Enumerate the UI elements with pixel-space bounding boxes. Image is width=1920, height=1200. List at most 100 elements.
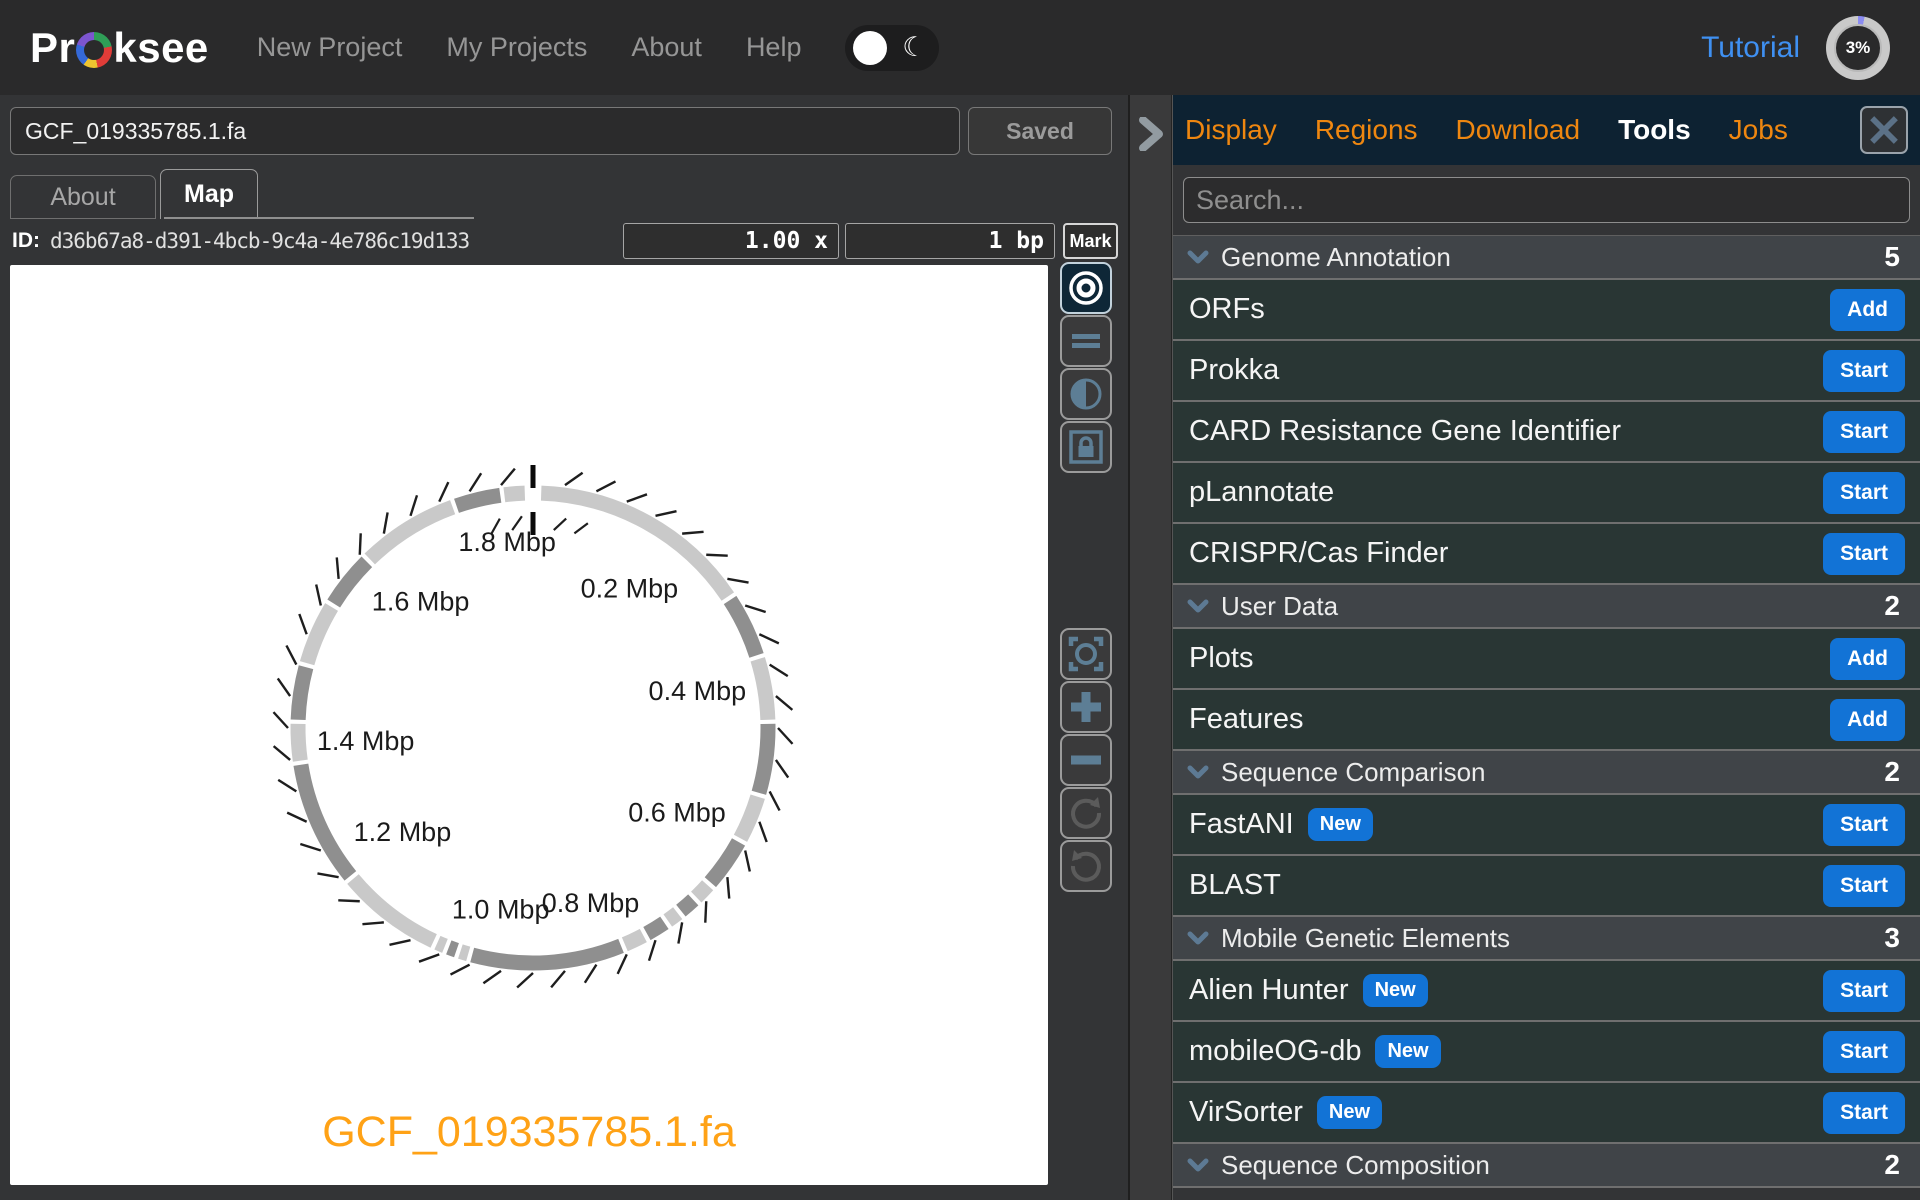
ruler-tick [277,778,297,793]
ruler-tick [655,510,677,517]
contig-segment[interactable] [290,723,308,762]
lock-button[interactable] [1060,421,1112,473]
add-button[interactable]: Add [1830,698,1905,741]
start-button[interactable]: Start [1823,969,1905,1012]
position-label: 0.6 Mbp [628,798,726,828]
contig-segment[interactable] [290,665,314,721]
contig-segment[interactable] [470,938,624,971]
start-button[interactable]: Start [1823,471,1905,514]
zoom-out-button[interactable] [1060,734,1112,786]
panel-tab-tools[interactable]: Tools [1618,114,1691,146]
close-panel-button[interactable] [1860,106,1908,154]
ruler-tick [500,467,516,486]
redo-button[interactable] [1060,787,1112,839]
panel-tab-download[interactable]: Download [1456,114,1581,146]
tool-row: FastANI New Start [1173,795,1920,856]
position-label: 1.6 Mbp [372,586,470,616]
contig-segment[interactable] [299,603,339,666]
start-button[interactable]: Start [1823,349,1905,392]
start-button[interactable]: Start [1823,1091,1905,1134]
tab-about[interactable]: About [10,175,156,219]
tools-search-input[interactable] [1183,177,1910,223]
add-button[interactable]: Add [1830,637,1905,680]
contig-segment[interactable] [751,723,776,795]
contig-segment[interactable] [503,485,526,503]
tool-row: Prokka Start [1173,341,1920,402]
contig-segment[interactable] [621,928,647,952]
contig-segment[interactable] [458,944,471,962]
section-title: User Data [1221,590,1339,621]
mark-button[interactable]: Mark [1063,223,1118,259]
ruler-tick [704,901,708,923]
contig-segment[interactable] [733,794,765,842]
tutorial-progress-ring[interactable]: 3% [1826,15,1890,80]
tab-map[interactable]: Map [160,169,258,219]
tab-baseline [164,217,474,219]
contig-segment[interactable] [454,487,502,513]
section-header[interactable]: Sequence Comparison 2 [1173,751,1920,795]
contig-segment[interactable] [690,880,714,903]
linear-view-button[interactable] [1060,315,1112,367]
nav-my-projects[interactable]: My Projects [446,32,587,63]
bp-position-field[interactable]: 1 bp [845,223,1055,259]
add-button[interactable]: Add [1830,288,1905,331]
ruler-tick [758,821,768,843]
tool-label: ORFs [1189,293,1265,325]
ruler-tick [315,584,322,606]
nav-about[interactable]: About [631,32,702,63]
tutorial-link[interactable]: Tutorial [1701,31,1800,65]
contig-segment[interactable] [446,940,459,958]
circular-view-button[interactable] [1060,262,1112,314]
contig-segment[interactable] [434,935,448,953]
start-button[interactable]: Start [1823,864,1905,907]
project-name-input[interactable] [10,107,960,155]
ruler-tick [285,644,298,666]
concentric-circles-icon [1069,271,1103,305]
contig-segment[interactable] [347,874,437,948]
new-badge: New [1375,1035,1441,1068]
panel-tabs: Display Regions Download Tools Jobs [1173,95,1920,165]
section-header[interactable]: Genome Annotation 5 [1173,236,1920,280]
section-header[interactable]: Sequence Composition 2 [1173,1144,1920,1188]
contig-segment[interactable] [643,916,669,941]
fit-to-view-button[interactable] [1060,628,1112,680]
start-button[interactable]: Start [1823,532,1905,575]
start-button[interactable]: Start [1823,410,1905,453]
invert-colors-button[interactable] [1060,368,1112,420]
ruler-tick-inner [573,522,589,535]
panel-tab-jobs[interactable]: Jobs [1729,114,1788,146]
ruler-tick [769,663,789,678]
position-label: 0.8 Mbp [542,888,640,918]
zoom-factor-field[interactable]: 1.00 x [623,223,839,259]
ruler-tick [298,613,308,635]
start-button[interactable]: Start [1823,1030,1905,1073]
nav-help[interactable]: Help [746,32,802,63]
contig-segment[interactable] [750,657,776,721]
contig-segment[interactable] [676,894,699,917]
zoom-in-button[interactable] [1060,681,1112,733]
contig-segment[interactable] [663,907,683,927]
section-header[interactable]: User Data 2 [1173,585,1920,629]
undo-button[interactable] [1060,840,1112,892]
start-button[interactable]: Start [1823,803,1905,846]
contig-segment[interactable] [293,763,357,881]
section-header[interactable]: Mobile Genetic Elements 3 [1173,917,1920,961]
nav-new-project[interactable]: New Project [257,32,403,63]
contig-segment[interactable] [704,838,746,888]
chevron-right-icon [1138,116,1163,152]
panel-tab-display[interactable]: Display [1185,114,1277,146]
ruler-tick [550,970,566,989]
tool-label: FastANI [1189,808,1294,840]
panel-tab-regions[interactable]: Regions [1315,114,1418,146]
collapse-panel-button[interactable] [1138,116,1164,154]
tool-label: BLAST [1189,869,1281,901]
map-canvas[interactable]: 0.2 Mbp 0.4 Mbp 0.6 Mbp 0.8 Mbp 1.0 Mbp 1.2 M… [10,265,1048,1185]
circular-genome-map[interactable]: 0.2 Mbp 0.4 Mbp 0.6 Mbp 0.8 Mbp1.0 Mbp 1.2 M… [10,265,1048,1185]
saved-button[interactable]: Saved [968,107,1112,155]
theme-toggle[interactable]: ☾ [845,24,940,71]
id-label: ID: [12,229,40,252]
section-count: 2 [1884,590,1900,621]
ruler-tick [272,745,291,761]
ruler-tick [468,472,483,492]
ruler-tick [409,494,419,517]
